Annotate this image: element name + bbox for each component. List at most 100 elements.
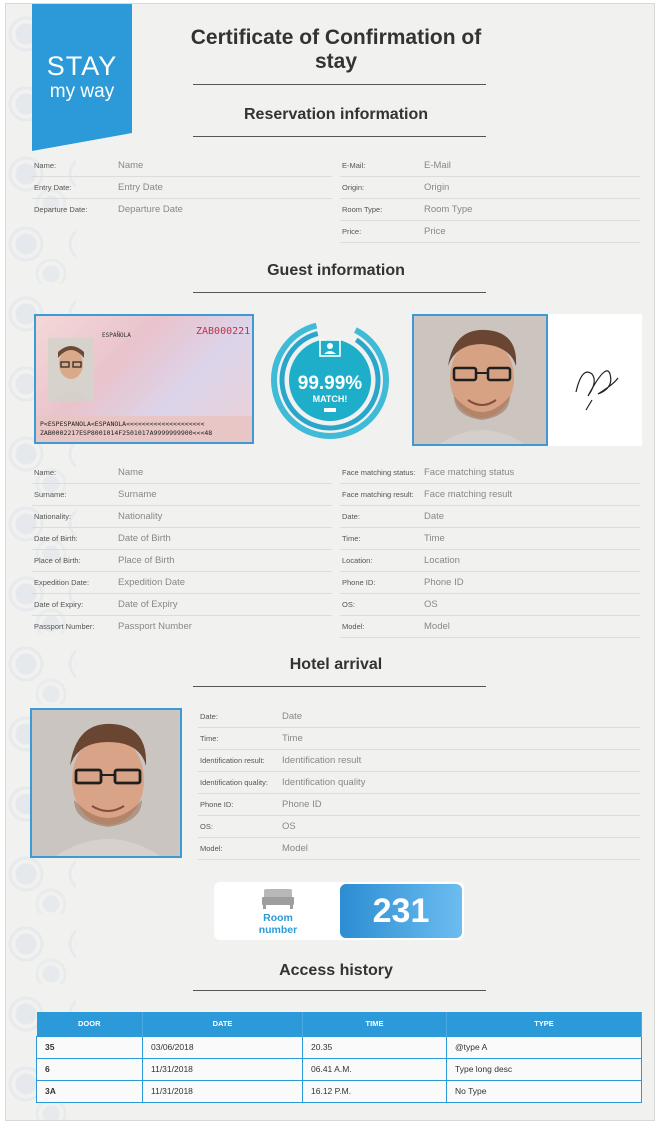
field-value: Entry Date bbox=[118, 182, 163, 193]
arrival-field-time: Time: Time bbox=[198, 728, 640, 750]
field-label: Price: bbox=[342, 227, 362, 236]
reservation-field-email: E-Mail: E-Mail bbox=[340, 155, 640, 177]
field-label: E-Mail: bbox=[342, 161, 366, 170]
history-divider bbox=[193, 990, 486, 991]
field-value: OS bbox=[424, 599, 438, 610]
cell-type: No Type bbox=[446, 1079, 642, 1103]
reservation-field-origin: Origin: Origin bbox=[340, 177, 640, 199]
access-history-table: DOOR DATE TIME TYPE 35 03/06/2018 20.35 … bbox=[36, 1012, 642, 1103]
cell-door: 3A bbox=[36, 1079, 143, 1103]
field-label: Date: bbox=[342, 512, 360, 521]
arrival-face-photo bbox=[30, 708, 182, 858]
reservation-field-name: Name: Name bbox=[32, 155, 332, 177]
arrival-field-identification-result: Identification result: Identification re… bbox=[198, 750, 640, 772]
table-row: 35 03/06/2018 20.35 @type A bbox=[36, 1035, 642, 1059]
field-value: E-Mail bbox=[424, 160, 451, 171]
arrival-field-date: Date: Date bbox=[198, 706, 640, 728]
field-label: Face matching result: bbox=[342, 490, 414, 499]
field-label: Phone ID: bbox=[200, 800, 234, 809]
field-label: Date: bbox=[200, 712, 218, 721]
certificate-page: STAY my way Certificate of Confirmation … bbox=[5, 3, 655, 1121]
column-header-type: TYPE bbox=[446, 1012, 642, 1036]
id-card-country: ESPAÑOLA bbox=[102, 332, 131, 339]
reservation-field-departure-date: Departure Date: Departure Date bbox=[32, 199, 332, 221]
field-value: Face matching status bbox=[424, 467, 515, 478]
field-label: Place of Birth: bbox=[34, 556, 81, 565]
reservation-field-price: Price: Price bbox=[340, 221, 640, 243]
field-label: Passport Number: bbox=[34, 622, 95, 631]
field-label: Date of Expiry: bbox=[34, 600, 84, 609]
arrival-divider bbox=[193, 686, 486, 687]
guest-field-name: Name: Name bbox=[32, 462, 332, 484]
mrz-line-2: ZAB0002217ESP8001014F2501017A9999999900<… bbox=[40, 429, 213, 437]
cell-time: 16.12 P.M. bbox=[302, 1079, 447, 1103]
room-number-card: Room number 231 bbox=[214, 882, 464, 940]
title-divider bbox=[193, 84, 486, 85]
logo-line1: STAY bbox=[46, 51, 118, 81]
field-value: Name bbox=[118, 467, 144, 478]
cell-time: 06.41 A.M. bbox=[302, 1057, 447, 1081]
field-value: Time bbox=[424, 533, 445, 544]
table-row: 3A 11/31/2018 16.12 P.M. No Type bbox=[36, 1079, 642, 1103]
cell-date: 03/06/2018 bbox=[142, 1035, 303, 1059]
field-label: Name: bbox=[34, 161, 57, 170]
field-value: Date of Expiry bbox=[118, 599, 178, 610]
field-value: Model bbox=[424, 621, 450, 632]
room-label-line2: number bbox=[258, 924, 298, 936]
guest-field-place-of-birth: Place of Birth: Place of Birth bbox=[32, 550, 332, 572]
cell-date: 11/31/2018 bbox=[142, 1057, 303, 1081]
cell-door: 35 bbox=[36, 1035, 143, 1059]
field-value: Date bbox=[424, 511, 445, 522]
arrival-field-identification-quality: Identification quality: Identification q… bbox=[198, 772, 640, 794]
bed-icon bbox=[262, 889, 294, 909]
table-header-row: DOOR DATE TIME TYPE bbox=[36, 1012, 642, 1036]
reservation-section-title: Reservation information bbox=[243, 106, 429, 123]
guest-field-date-of-birth: Date of Birth: Date of Birth bbox=[32, 528, 332, 550]
field-value: Identification quality bbox=[282, 777, 366, 788]
guest-field-date: Date: Date bbox=[340, 506, 640, 528]
cell-time: 20.35 bbox=[302, 1035, 447, 1059]
stay-my-way-logo: STAY my way bbox=[32, 4, 132, 151]
reservation-field-entry-date: Entry Date: Entry Date bbox=[32, 177, 332, 199]
match-percent: 99.99% bbox=[297, 373, 363, 394]
cell-door: 6 bbox=[36, 1057, 143, 1081]
column-header-time: TIME bbox=[302, 1012, 447, 1036]
id-card-photo bbox=[48, 338, 94, 402]
guest-field-time: Time: Time bbox=[340, 528, 640, 550]
cell-date: 11/31/2018 bbox=[142, 1079, 303, 1103]
mrz-line-1: P<ESPESPANOLA<ESPANOLA<<<<<<<<<<<<<<<<<<… bbox=[40, 420, 205, 428]
field-label: Time: bbox=[342, 534, 361, 543]
room-label-line1: Room bbox=[263, 912, 293, 924]
cell-type: Type long desc bbox=[446, 1057, 642, 1081]
guest-field-surname: Surname: Surname bbox=[32, 484, 332, 506]
arrival-field-phone-id: Phone ID: Phone ID bbox=[198, 794, 640, 816]
field-value: Time bbox=[282, 733, 303, 744]
field-label: Phone ID: bbox=[342, 578, 376, 587]
field-value: Face matching result bbox=[424, 489, 513, 500]
reservation-divider bbox=[193, 136, 486, 137]
field-value: Expedition Date bbox=[118, 577, 186, 588]
field-label: Origin: bbox=[342, 183, 365, 192]
guest-field-face-matching-status: Face matching status: Face matching stat… bbox=[340, 462, 640, 484]
arrival-field-model: Model: Model bbox=[198, 838, 640, 860]
field-value: Price bbox=[424, 226, 446, 237]
guest-field-model: Model: Model bbox=[340, 616, 640, 638]
field-label: Name: bbox=[34, 468, 57, 477]
guest-field-face-matching-result: Face matching result: Face matching resu… bbox=[340, 484, 640, 506]
field-value: Room Type bbox=[424, 204, 473, 215]
guest-field-os: OS: OS bbox=[340, 594, 640, 616]
cell-type: @type A bbox=[446, 1035, 642, 1059]
field-value: Surname bbox=[118, 489, 157, 500]
field-value: Phone ID bbox=[282, 799, 322, 810]
match-label: MATCH! bbox=[312, 394, 348, 404]
field-value: Model bbox=[282, 843, 308, 854]
room-number-value: 231 bbox=[340, 884, 462, 938]
guest-face-photo bbox=[412, 314, 548, 446]
column-header-door: DOOR bbox=[36, 1012, 143, 1036]
guest-section-title: Guest information bbox=[267, 262, 405, 279]
field-value: Phone ID bbox=[424, 577, 464, 588]
field-value: Date bbox=[282, 711, 303, 722]
arrival-field-os: OS: OS bbox=[198, 816, 640, 838]
field-label: Surname: bbox=[34, 490, 67, 499]
logo-line2: my way bbox=[49, 81, 115, 102]
